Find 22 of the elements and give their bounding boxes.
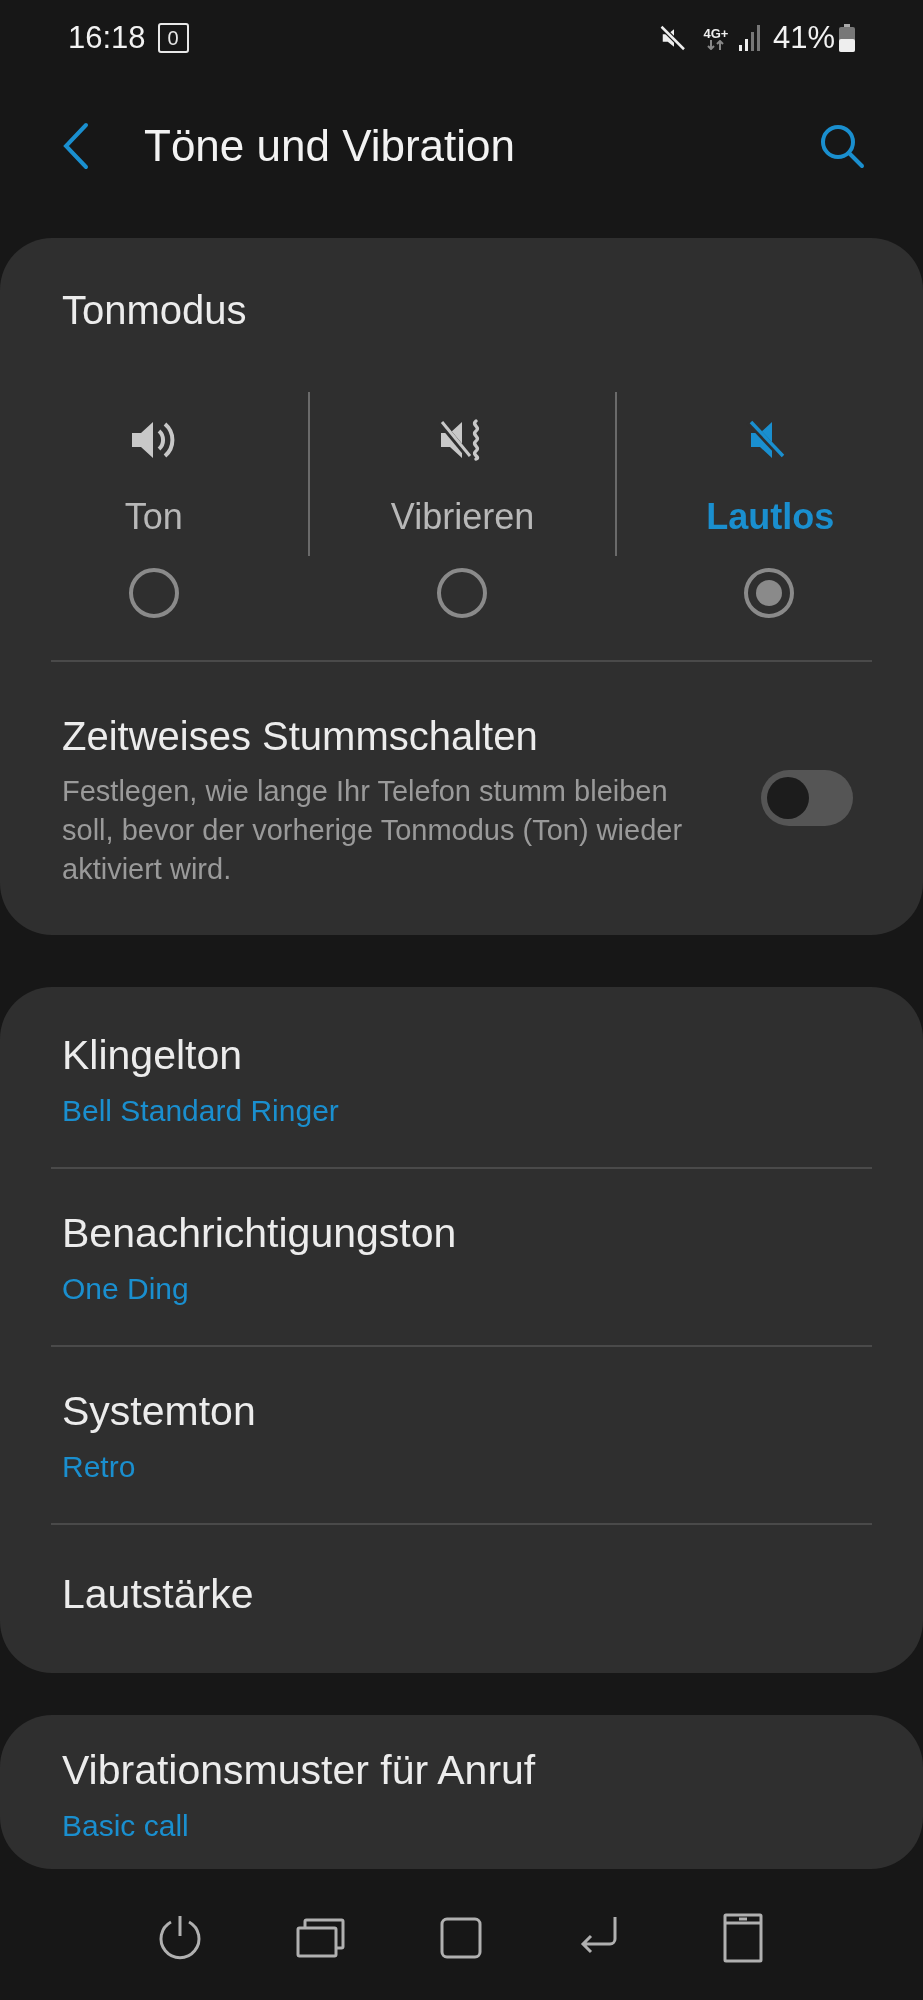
section-title: Tonmodus xyxy=(61,287,248,334)
radio-button[interactable] xyxy=(436,568,487,618)
mode-label: Vibrieren xyxy=(390,495,535,539)
setting-description: Festlegen, wie lange Ihr Telefon stumm bleiben soll, bevor der vorherige Tonmodus (Ton) wieder aktiviert wird. xyxy=(62,774,684,887)
settings-item[interactable]: Lautstärke xyxy=(0,1525,923,1665)
battery-icon xyxy=(839,24,855,52)
settings-item[interactable]: Benachrichtigungston One Ding xyxy=(0,1169,923,1345)
search-button[interactable] xyxy=(819,123,865,169)
message-icon: 0 xyxy=(157,23,189,53)
mode-label: Lautlos xyxy=(706,495,835,539)
signal-icon xyxy=(738,25,763,51)
radio-button[interactable] xyxy=(128,568,179,618)
clock-time: 16:18 xyxy=(68,18,146,57)
network-indicator: 4G+ xyxy=(702,26,729,50)
battery-percentage: 41% xyxy=(772,18,835,57)
settings-item[interactable]: Klingelton Bell Standard Ringer xyxy=(0,991,923,1167)
settings-item[interactable]: Systemton Retro xyxy=(0,1347,923,1523)
settings-item[interactable]: Vibrationsmuster für Anruf Basic call xyxy=(0,1719,923,1869)
page-title: Töne und Vibration xyxy=(144,120,515,172)
setting-title: Zeitweises Stummschalten xyxy=(62,713,539,760)
mode-label: Ton xyxy=(124,495,183,539)
radio-button[interactable] xyxy=(744,568,795,618)
